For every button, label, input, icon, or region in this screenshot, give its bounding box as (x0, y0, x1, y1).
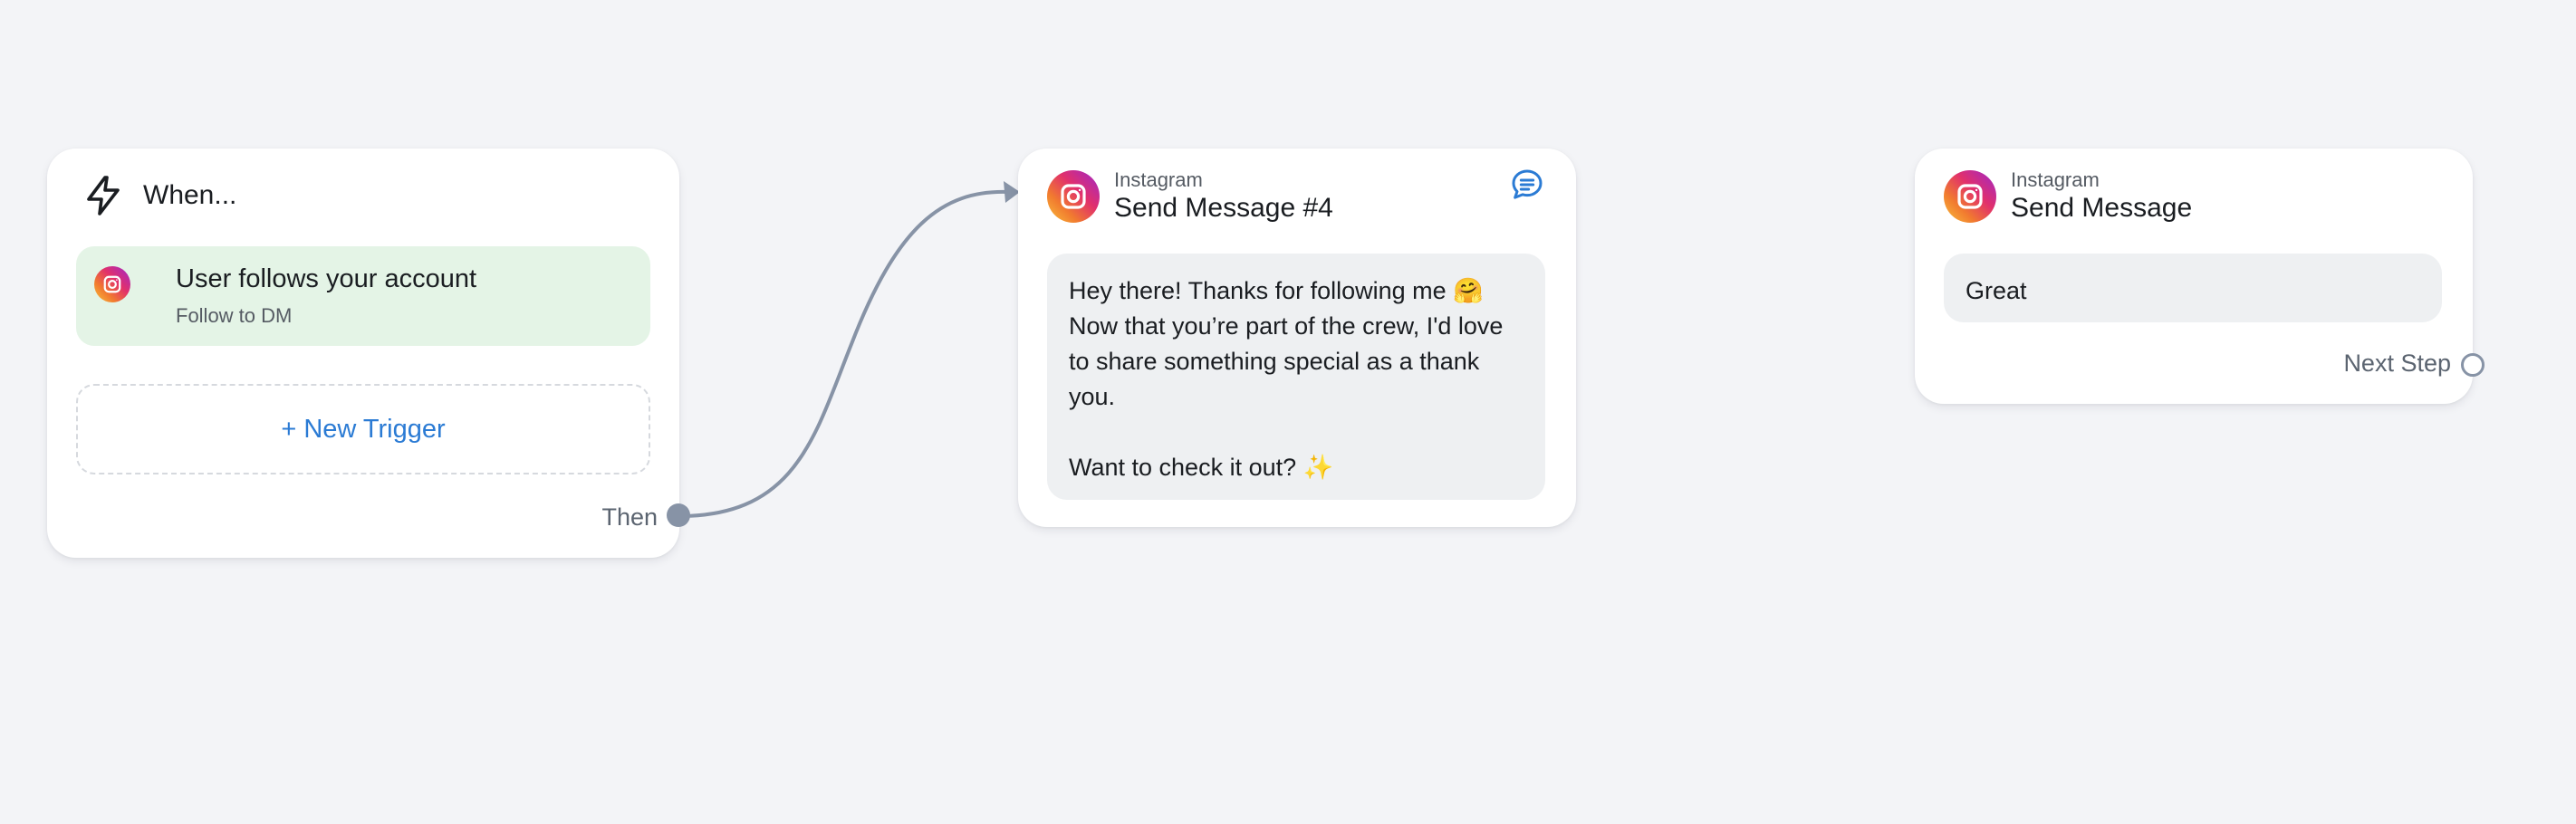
trigger-item-follow[interactable]: User follows your account Follow to DM (76, 246, 650, 346)
send-message-card-4[interactable]: Instagram Send Message #4 Hey there! Tha… (1018, 149, 1576, 527)
message-line: Great (1966, 277, 2027, 304)
message-line: Hey there! Thanks for following me 🤗 (1069, 277, 1484, 304)
connector-edge[interactable] (678, 189, 1008, 518)
trigger-item-subtitle: Follow to DM (176, 304, 293, 327)
trigger-card[interactable]: When... User follows your account Follow… (47, 149, 679, 558)
flow-canvas[interactable]: When... User follows your account Follow… (0, 0, 2576, 824)
send-message-card[interactable]: Instagram Send Message Great Next Step (1915, 149, 2473, 404)
message-bubble[interactable]: Great (1944, 254, 2442, 322)
message-card-header: Instagram Send Message #4 (1047, 168, 1333, 225)
next-step-output-port[interactable] (2461, 353, 2485, 377)
message-line-gap (1069, 415, 1523, 450)
message-line: Want to check it out? ✨ (1069, 454, 1334, 481)
lightning-bolt-icon (82, 174, 125, 217)
message-card-header: Instagram Send Message (1944, 168, 2192, 225)
chat-bubble-icon[interactable] (1509, 167, 1545, 203)
message-line: Now that you’re part of the crew, I'd lo… (1069, 312, 1504, 340)
then-label: Then (601, 503, 658, 531)
next-step-label: Next Step (2343, 350, 2451, 377)
message-line: to share something special as a thank (1069, 348, 1480, 375)
message-platform-label: Instagram (2011, 168, 2100, 191)
new-trigger-button[interactable]: + New Trigger (76, 384, 650, 474)
message-bubble[interactable]: Hey there! Thanks for following me 🤗 Now… (1047, 254, 1545, 500)
message-platform-label: Instagram (1114, 168, 1203, 191)
message-card-title: Send Message #4 (1114, 193, 1333, 223)
trigger-header: When... (82, 174, 236, 217)
instagram-icon (94, 266, 130, 302)
instagram-icon (1047, 170, 1100, 223)
instagram-icon (1944, 170, 1996, 223)
then-output-port[interactable] (667, 503, 690, 527)
message-line: you. (1069, 383, 1116, 410)
trigger-title: When... (143, 180, 237, 210)
trigger-item-title: User follows your account (176, 264, 477, 293)
message-card-title: Send Message (2011, 193, 2193, 223)
